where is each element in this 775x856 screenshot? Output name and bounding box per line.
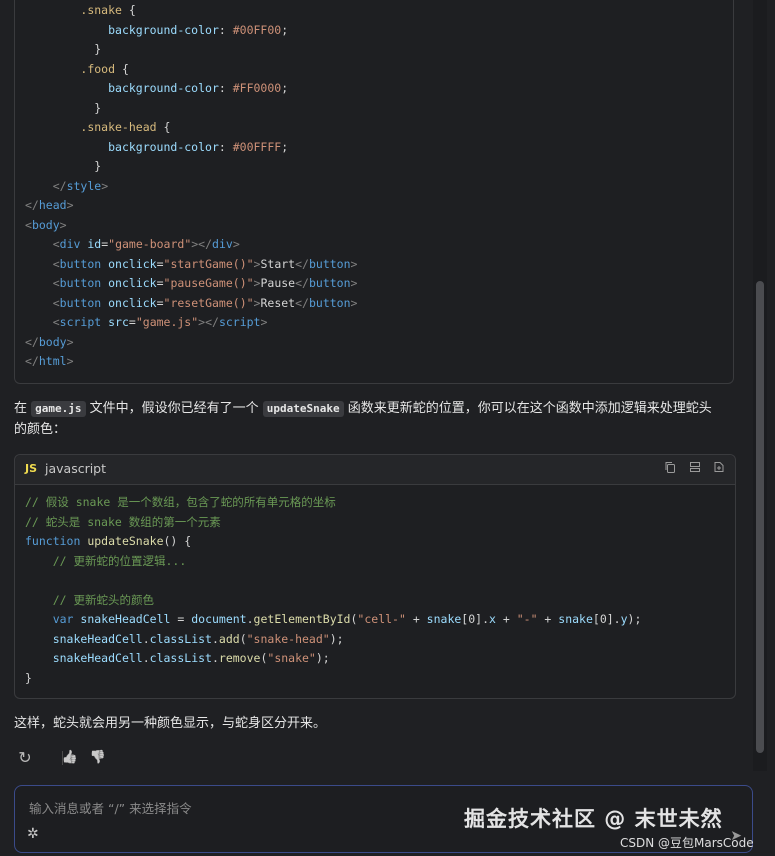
- code-line: <button onclick="startGame()">Start</but…: [52, 256, 358, 271]
- code-line: </style>: [52, 178, 109, 193]
- insert-icon[interactable]: [688, 461, 702, 475]
- watermark-sub: CSDN @豆包MarsCode: [620, 836, 754, 850]
- language-label: javascript: [45, 461, 107, 476]
- thumbs-down-icon[interactable]: 👎: [87, 747, 109, 769]
- js-code-block: JS javascript // 假设 snake 是一个数组，包含了蛇的所有单…: [14, 454, 736, 699]
- code-line: <button onclick="pauseGame()">Pause</but…: [52, 276, 358, 290]
- code-line: background-color: #00FFFF;: [108, 139, 289, 154]
- code-line: <script src="game.js"></script>: [52, 315, 268, 329]
- code-line: .snake-head {: [80, 120, 171, 134]
- code-line: <div id="game-board"></div>: [52, 237, 240, 251]
- code-line: </body>: [25, 334, 74, 349]
- paragraph-text: 文件中，假设你已经有了一个: [85, 401, 263, 416]
- code-line: }: [94, 100, 102, 115]
- js-language-icon: JS: [25, 462, 38, 475]
- regenerate-icon[interactable]: ↻: [14, 747, 36, 769]
- code-line: function updateSnake() {: [25, 534, 192, 548]
- code-line: // 更新蛇头的颜色: [52, 592, 154, 607]
- code-line: }: [94, 159, 102, 173]
- inline-code-updatesnake: updateSnake: [262, 401, 344, 417]
- explanation-paragraph: 在 game.js 文件中，假设你已经有了一个 updateSnake 函数来更…: [14, 398, 734, 440]
- inline-code-gamejs: game.js: [31, 401, 86, 417]
- code-line: // 更新蛇的位置逻辑...: [52, 553, 187, 568]
- scrollbar[interactable]: [753, 0, 767, 771]
- code-line: <body>: [25, 217, 67, 232]
- new-file-icon[interactable]: [712, 461, 726, 475]
- js-code-lines: // 假设 snake 是一个数组，包含了蛇的所有单元格的坐标 // 蛇头是 sn…: [25, 493, 641, 688]
- code-line: // 蛇头是 snake 数组的第一个元素: [25, 514, 221, 529]
- paragraph-text: 的颜色：: [14, 422, 67, 437]
- code-line: .food {: [80, 61, 129, 76]
- code-line: snakeHeadCell.classList.remove("snake");: [52, 651, 330, 665]
- watermark: 掘金技术社区 @ 末世未然: [464, 807, 723, 831]
- code-line: var snakeHeadCell = document.getElementB…: [52, 612, 642, 626]
- code-line: }: [25, 670, 32, 685]
- paragraph-text: 在: [14, 401, 32, 416]
- code-line: background-color: #00FF00;: [108, 22, 289, 37]
- html-code-block: .snake { background-color: #00FF00; } .f…: [14, 0, 734, 384]
- code-line: </html>: [25, 354, 74, 368]
- code-line: // 假设 snake 是一个数组，包含了蛇的所有单元格的坐标: [25, 495, 336, 509]
- code-line: }: [94, 42, 102, 56]
- code-line: <button onclick="resetGame()">Reset</but…: [52, 295, 358, 310]
- copy-icon[interactable]: [663, 461, 677, 475]
- code-line: snakeHeadCell.classList.add("snake-head"…: [52, 631, 344, 646]
- sparkle-icon[interactable]: ✲: [27, 826, 39, 842]
- code-line: </head>: [25, 198, 74, 212]
- html-code-lines: .snake { background-color: #00FF00; } .f…: [25, 1, 357, 372]
- code-header: JS javascript: [15, 455, 735, 485]
- code-line: background-color: #FF0000;: [108, 81, 289, 95]
- paragraph-text: 函数来更新蛇的位置，你可以在这个函数中添加逻辑来处理蛇头: [343, 401, 712, 416]
- thumbs-up-icon[interactable]: 👍: [59, 747, 81, 769]
- scroll-thumb[interactable]: [756, 281, 764, 753]
- chat-page: .snake { background-color: #00FF00; } .f…: [0, 0, 775, 856]
- conclusion-paragraph: 这样，蛇头就会用另一种颜色显示，与蛇身区分开来。: [14, 716, 327, 731]
- code-line: .snake {: [80, 3, 136, 17]
